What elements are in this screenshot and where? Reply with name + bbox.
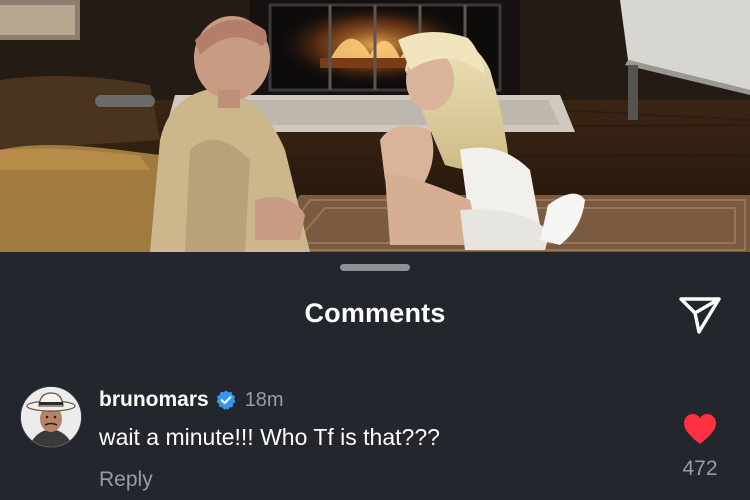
comment-item: brunomars 18m wait a minute!!! Who Tf is… [0,382,750,500]
send-icon [679,297,721,334]
comment-username[interactable]: brunomars [99,388,209,412]
verified-badge-icon [215,389,237,411]
comment-header: brunomars 18m [99,386,284,414]
send-button[interactable] [676,292,724,336]
avatar[interactable] [20,386,82,448]
sheet-title: Comments [304,298,446,328]
avatar-image [21,387,81,447]
like-button[interactable] [682,412,718,446]
comment-timestamp: 18m [244,388,284,411]
video-player[interactable] [0,0,750,252]
sheet-grabber-handle[interactable] [340,264,410,271]
reply-button[interactable]: Reply [99,468,153,492]
video-frame [0,0,750,252]
comment-text: wait a minute!!! Who Tf is that??? [99,424,440,450]
heart-icon [684,414,716,444]
app-root: Comments brunomars 18m wait a minute!!! … [0,0,750,500]
comments-sheet: Comments brunomars 18m wait a minute!!! … [0,252,750,500]
like-count: 472 [682,457,718,480]
